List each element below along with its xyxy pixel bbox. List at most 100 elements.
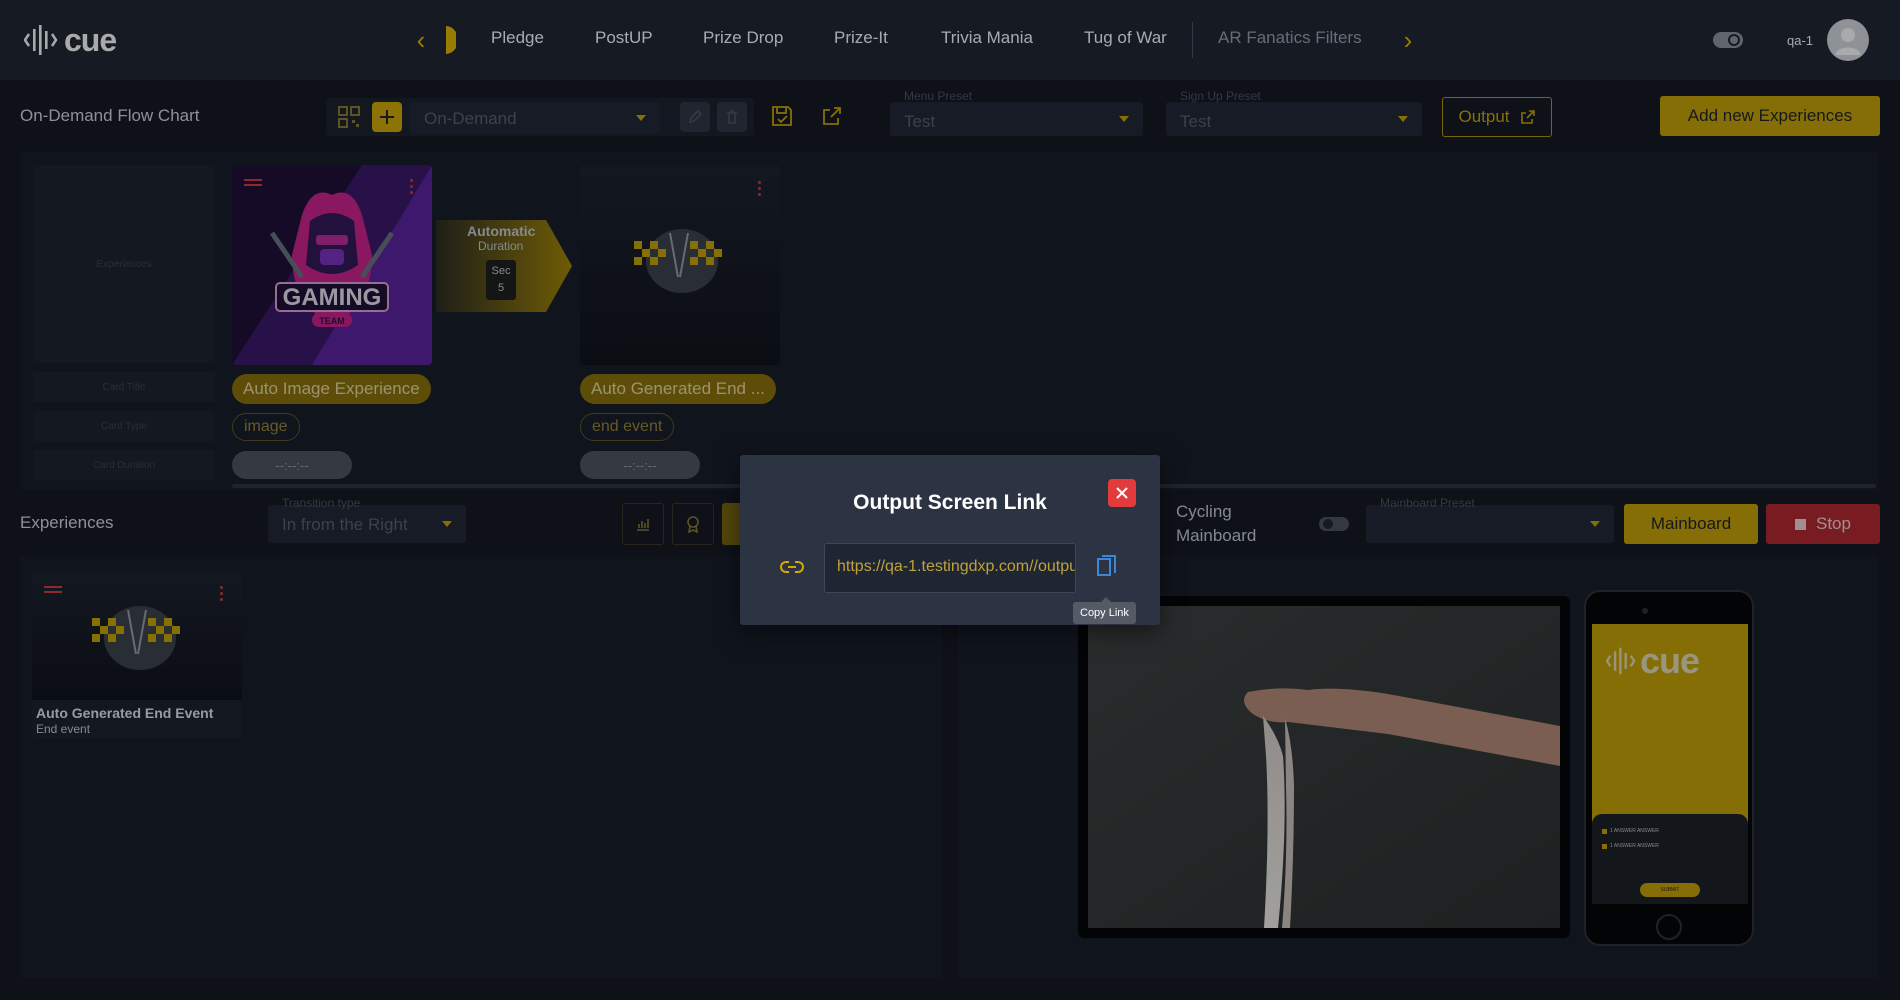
phone-option-label: 1 ANSWER ANSWER — [1610, 828, 1659, 834]
qr-grid-icon[interactable] — [338, 106, 362, 128]
add-flow-button[interactable] — [372, 102, 402, 132]
nav-item-trivia-mania[interactable]: Trivia Mania — [941, 28, 1033, 48]
nav-next-arrow-icon[interactable]: › — [1396, 27, 1420, 53]
card-menu-kebab-icon[interactable] — [410, 179, 414, 197]
nav-item-tug-of-war[interactable]: Tug of War — [1084, 28, 1167, 48]
signup-preset-select[interactable]: Test — [1166, 102, 1422, 136]
placeholder-card-title-label: Card Title — [102, 381, 146, 393]
drag-handle-icon[interactable] — [44, 586, 62, 596]
menu-preset-select[interactable]: Test — [890, 102, 1143, 136]
tablet-preview[interactable] — [1078, 596, 1570, 938]
award-ribbon-icon — [687, 516, 699, 533]
phone-form-card: 1 ANSWER ANSWER 1 ANSWER ANSWER SUBMIT — [1592, 814, 1748, 904]
nav-item-postup[interactable]: PostUP — [595, 28, 653, 48]
phone-home-button — [1656, 914, 1682, 940]
bar-chart-icon — [637, 519, 649, 531]
gaming-art-subtext: TEAM — [319, 316, 345, 326]
top-navigation: cue ‹ Pledge PostUP Prize Drop Prize-It … — [0, 0, 1900, 80]
mainboard-preset-select[interactable] — [1366, 505, 1614, 543]
trash-icon — [727, 110, 737, 124]
transition-duration-box[interactable]: Sec 5 — [486, 260, 516, 300]
checkbox-icon — [1602, 828, 1607, 834]
add-new-experiences-button[interactable]: Add new Experiences — [1660, 96, 1880, 136]
output-button-label: Output — [1458, 107, 1510, 126]
flow-card-image-experience[interactable]: GAMING TEAM — [232, 165, 432, 365]
placeholder-card-type-label: Card Type — [101, 420, 147, 432]
flow-mode-select[interactable]: On-Demand — [410, 102, 660, 134]
placeholder-experiences-label: Experiences — [96, 258, 152, 270]
stop-button-label: Stop — [1816, 514, 1851, 533]
flow-card-title[interactable]: Auto Generated End ... — [580, 374, 776, 404]
nav-item-ar-fanatics-filters[interactable]: AR Fanatics Filters — [1218, 28, 1362, 48]
transition-type-label: Automatic — [467, 223, 536, 239]
gaming-team-artwork: GAMING TEAM — [232, 165, 432, 365]
placeholder-card-type: Card Type — [33, 411, 215, 441]
output-button[interactable]: Output — [1442, 97, 1552, 137]
checkered-flags-icon — [634, 229, 722, 293]
experiences-title: Experiences — [20, 513, 114, 532]
checkered-flags-icon — [92, 606, 180, 670]
nav-item-prize-drop[interactable]: Prize Drop — [703, 28, 783, 48]
mainboard-button[interactable]: Mainboard — [1624, 504, 1758, 544]
experience-card-end-event[interactable]: Auto Generated End Event End event — [32, 572, 242, 738]
transition-duration-unit: Sec — [491, 265, 511, 277]
close-icon — [1116, 487, 1128, 499]
transition-type-value: In from the Right — [282, 515, 408, 534]
flow-card-duration[interactable]: --:--:-- — [232, 451, 352, 479]
placeholder-card-duration: Card Duration — [33, 450, 215, 480]
nav-item-prize-it[interactable]: Prize-It — [834, 28, 888, 48]
placeholder-card-duration-label: Card Duration — [92, 459, 156, 471]
share-icon[interactable] — [820, 104, 844, 128]
output-link-modal: Output Screen Link https://qa-1.testingd… — [740, 455, 1160, 625]
copy-link-tooltip: Copy Link — [1073, 597, 1136, 624]
mainboard-preset-label: Mainboard Preset — [1380, 496, 1475, 510]
nav-prev-arrow-icon[interactable]: ‹ — [409, 27, 433, 53]
theme-toggle-icon[interactable] — [1712, 30, 1744, 50]
phone-option-label: 1 ANSWER ANSWER — [1610, 843, 1659, 849]
phone-option-row[interactable]: 1 ANSWER ANSWER — [1602, 843, 1659, 849]
copy-icon[interactable] — [1096, 555, 1118, 579]
stats-button[interactable] — [622, 503, 664, 545]
user-avatar-icon — [1835, 28, 1861, 55]
plus-icon — [380, 110, 394, 124]
cycling-toggle-icon[interactable] — [1318, 514, 1350, 534]
phone-logo: cue — [1606, 640, 1700, 682]
sand-hand-image — [1088, 606, 1560, 928]
cycling-mainboard-label: Cycling Mainboard — [1176, 502, 1257, 545]
phone-preview[interactable]: cue 1 ANSWER ANSWER 1 ANSWER ANSWER SUBM… — [1584, 590, 1754, 946]
signup-preset-value: Test — [1180, 112, 1212, 131]
transition-duration-value: 5 — [497, 282, 505, 294]
edit-flow-button[interactable] — [680, 102, 710, 132]
phone-option-row[interactable]: 1 ANSWER ANSWER — [1602, 828, 1659, 834]
phone-submit-button[interactable]: SUBMIT — [1640, 883, 1700, 897]
gaming-art-text: GAMING — [283, 284, 382, 311]
flow-card-title[interactable]: Auto Image Experience — [232, 374, 431, 404]
output-link-field[interactable]: https://qa-1.testingdxp.com//output — [824, 543, 1076, 593]
delete-flow-button[interactable] — [717, 102, 747, 132]
card-menu-kebab-icon[interactable] — [220, 586, 224, 604]
modal-close-button[interactable] — [1108, 479, 1136, 507]
award-button[interactable] — [672, 503, 714, 545]
phone-screen: cue 1 ANSWER ANSWER 1 ANSWER ANSWER SUBM… — [1592, 624, 1748, 904]
save-icon[interactable] — [770, 104, 794, 128]
transition-duration-label: Duration — [478, 239, 524, 253]
nav-item-pledge[interactable]: Pledge — [491, 28, 544, 48]
flow-card-duration[interactable]: --:--:-- — [580, 451, 700, 479]
cue-waveform-icon — [24, 25, 58, 55]
stop-button[interactable]: Stop — [1766, 504, 1880, 544]
flow-card-end-event[interactable] — [580, 165, 780, 365]
menu-preset-label: Menu Preset — [904, 89, 973, 103]
flow-card-type: image — [232, 413, 300, 441]
avatar[interactable] — [1827, 19, 1869, 61]
pencil-icon — [688, 110, 702, 124]
cue-waveform-icon — [1606, 647, 1636, 675]
mainboard-button-label: Mainboard — [1650, 514, 1732, 533]
card-menu-kebab-icon[interactable] — [758, 181, 762, 199]
brand-logo[interactable]: cue — [24, 20, 117, 60]
phone-brand-name: cue — [1640, 640, 1700, 681]
drag-handle-icon[interactable] — [244, 179, 262, 189]
flow-card-type: end event — [580, 413, 675, 441]
user-name[interactable]: qa-1 — [1787, 33, 1813, 48]
transition-type-select[interactable]: In from the Right — [268, 505, 466, 543]
flowchart-title: On-Demand Flow Chart — [20, 106, 200, 125]
